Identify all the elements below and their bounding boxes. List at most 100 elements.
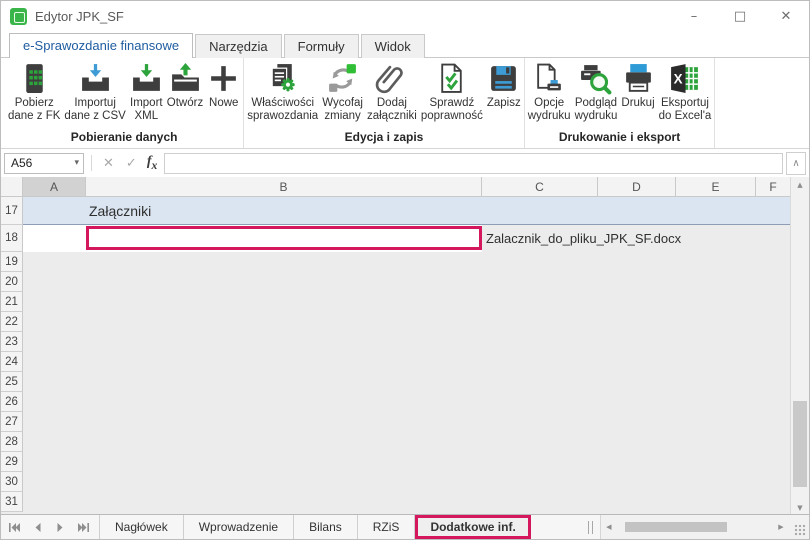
row-cells-19[interactable] — [23, 252, 791, 272]
ribbon-tab-formuly[interactable]: Formuły — [284, 34, 359, 58]
row-header-24[interactable]: 24 — [1, 352, 23, 372]
ribbon-tab-esprawozdanie[interactable]: e-Sprawozdanie finansowe — [9, 33, 193, 58]
row-cells-28[interactable] — [23, 432, 791, 452]
horizontal-scrollbar-thumb[interactable] — [625, 522, 727, 532]
ribbon-tab-narzedzia[interactable]: Narzędzia — [195, 34, 282, 58]
sheet-tab-rzis[interactable]: RZiS — [358, 515, 416, 539]
row-cells-22[interactable] — [23, 312, 791, 332]
highlighted-attachment-cell[interactable] — [86, 226, 482, 250]
pobierz-dane-z-fk-button[interactable]: Pobierz dane z FK — [6, 61, 62, 124]
sprawdz-poprawnosc-button[interactable]: Sprawdź poprawność — [419, 61, 485, 124]
maximize-button[interactable]: □ — [717, 1, 763, 31]
attachment-filename: Zalacznik_do_pliku_JPK_SF.docx — [482, 231, 681, 246]
column-header-e[interactable]: E — [676, 177, 756, 197]
report-properties-icon — [266, 62, 299, 95]
horizontal-scrollbar[interactable]: ◀ ▶ — [600, 515, 789, 539]
row-header-17[interactable]: 17 — [1, 197, 23, 225]
dodaj-zalaczniki-button[interactable]: Dodaj załączniki — [365, 61, 419, 124]
row-cells-24[interactable] — [23, 352, 791, 372]
row-cells-29[interactable] — [23, 452, 791, 472]
row-cells-27[interactable] — [23, 412, 791, 432]
fx-icon[interactable]: fx — [143, 154, 165, 172]
row-header-22[interactable]: 22 — [1, 312, 23, 332]
ribbon: Pobierz dane z FK Importuj dane z CSV — [1, 57, 809, 149]
next-sheet-icon[interactable] — [55, 523, 66, 532]
row-header-27[interactable]: 27 — [1, 412, 23, 432]
row-cells-21[interactable] — [23, 292, 791, 312]
last-sheet-icon[interactable] — [78, 523, 89, 532]
scroll-right-icon[interactable]: ▶ — [773, 515, 789, 539]
row-cells-17[interactable]: Załączniki — [23, 197, 791, 225]
row-header-21[interactable]: 21 — [1, 292, 23, 312]
ribbon-tab-widok[interactable]: Widok — [361, 34, 425, 58]
row-header-20[interactable]: 20 — [1, 272, 23, 292]
sheet-tab-bilans[interactable]: Bilans — [294, 515, 358, 539]
column-header-d[interactable]: D — [598, 177, 676, 197]
sheet-tab-wprowadzenie[interactable]: Wprowadzenie — [184, 515, 294, 539]
import-xml-button[interactable]: Import XML — [128, 61, 165, 124]
podglad-wydruku-button[interactable]: Podgląd wydruku — [573, 61, 620, 124]
row-header-29[interactable]: 29 — [1, 452, 23, 472]
row-cells-18[interactable]: Zalacznik_do_pliku_JPK_SF.docx — [23, 225, 791, 252]
ribbon-group-drukowanie-i-eksport: Opcje wydruku Podgląd wydruku — [525, 58, 716, 148]
grid-row-23: 23 — [1, 332, 791, 352]
row-header-28[interactable]: 28 — [1, 432, 23, 452]
wlasciwosci-sprawozdania-button[interactable]: Właściwości sprawozdania — [245, 61, 320, 124]
ribbon-group-edycja-i-zapis: Właściwości sprawozdania Wycofaj zmiany — [244, 58, 525, 148]
cell-name-box[interactable]: A56 ▾ — [4, 153, 84, 174]
drukuj-button[interactable]: Drukuj — [619, 61, 656, 111]
column-header-c[interactable]: C — [482, 177, 598, 197]
wycofaj-zmiany-button[interactable]: Wycofaj zmiany — [320, 61, 365, 124]
attachment-filename-cell[interactable]: Zalacznik_do_pliku_JPK_SF.docx — [482, 225, 791, 252]
select-all-corner[interactable] — [1, 177, 23, 197]
tab-area-splitter[interactable] — [588, 521, 593, 534]
vertical-scrollbar-thumb[interactable] — [793, 401, 807, 487]
row-cells-26[interactable] — [23, 392, 791, 412]
grid-row-20: 20 — [1, 272, 791, 292]
scroll-left-icon[interactable]: ◀ — [601, 515, 617, 539]
column-header-a[interactable]: A — [23, 177, 86, 197]
column-header-f[interactable]: F — [756, 177, 791, 197]
app-window: Edytor JPK_SF – □ ✕ e-Sprawozdanie finan… — [0, 0, 810, 540]
close-button[interactable]: ✕ — [763, 1, 809, 31]
importuj-dane-z-csv-button[interactable]: Importuj dane z CSV — [62, 61, 127, 124]
resize-grip[interactable] — [789, 515, 809, 539]
grid-row-19: 19 — [1, 252, 791, 272]
sheet-tab-dodatkowe-inf[interactable]: Dodatkowe inf. — [415, 515, 530, 539]
row-header-19[interactable]: 19 — [1, 252, 23, 272]
prev-sheet-icon[interactable] — [32, 523, 43, 532]
enter-icon[interactable]: ✓ — [120, 156, 143, 171]
first-sheet-icon[interactable] — [9, 523, 20, 532]
column-header-b[interactable]: B — [86, 177, 482, 197]
row-header-26[interactable]: 26 — [1, 392, 23, 412]
namebox-dropdown-icon[interactable]: ▾ — [74, 158, 83, 168]
formula-bar-expand-button[interactable]: ∧ — [786, 152, 806, 175]
row-header-23[interactable]: 23 — [1, 332, 23, 352]
row-header-25[interactable]: 25 — [1, 372, 23, 392]
cancel-icon[interactable]: ✕ — [97, 156, 120, 171]
import-csv-icon — [79, 62, 112, 95]
row-cells-25[interactable] — [23, 372, 791, 392]
otworz-button[interactable]: Otwórz — [165, 61, 205, 111]
row-cells-31[interactable] — [23, 492, 791, 512]
new-plus-icon — [207, 62, 240, 95]
group-label-edycja-i-zapis: Edycja i zapis — [245, 129, 523, 148]
vertical-scrollbar[interactable]: ▲ ▼ — [790, 177, 809, 516]
row-cells-20[interactable] — [23, 272, 791, 292]
zapisz-button[interactable]: Zapisz — [485, 61, 523, 111]
opcje-wydruku-button[interactable]: Opcje wydruku — [526, 61, 573, 124]
print-options-icon — [533, 62, 566, 95]
sheet-tab-naglowek[interactable]: Nagłówek — [100, 515, 184, 539]
eksportuj-do-excela-button[interactable]: X Eksportuj do Excel'a — [657, 61, 714, 124]
row-header-18[interactable]: 18 — [1, 225, 23, 252]
row-cells-30[interactable] — [23, 472, 791, 492]
row-header-31[interactable]: 31 — [1, 492, 23, 512]
row-header-30[interactable]: 30 — [1, 472, 23, 492]
validate-icon — [435, 62, 468, 95]
nowe-button[interactable]: Nowe — [205, 61, 242, 111]
formula-input[interactable] — [164, 153, 783, 174]
minimize-button[interactable]: – — [671, 1, 717, 31]
row-cells-23[interactable] — [23, 332, 791, 352]
scroll-up-icon[interactable]: ▲ — [791, 177, 809, 193]
fk-grid-icon — [18, 62, 51, 95]
